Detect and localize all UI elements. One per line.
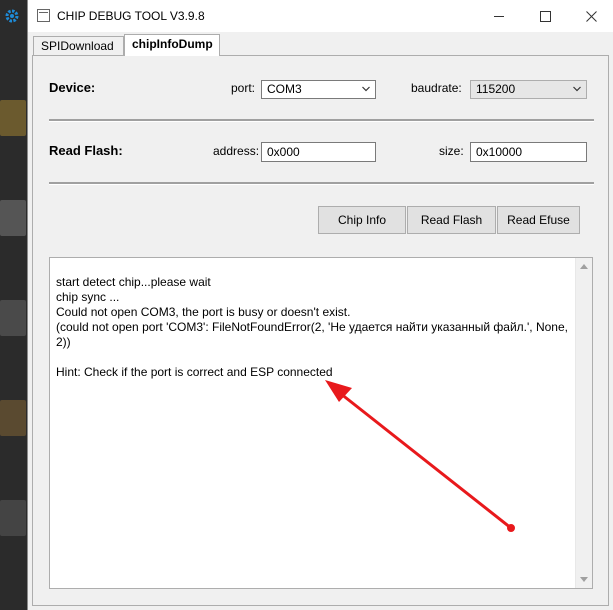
- desktop-background: [0, 0, 28, 610]
- desktop-icon[interactable]: [0, 400, 26, 436]
- baudrate-select[interactable]: 115200: [470, 80, 587, 99]
- device-heading: Device:: [49, 80, 96, 95]
- address-field[interactable]: 0x000: [261, 142, 376, 162]
- log-text: start detect chip...please wait chip syn…: [56, 275, 568, 379]
- read-flash-heading: Read Flash:: [49, 143, 123, 158]
- tab-chipinfodump[interactable]: chipInfoDump: [124, 34, 220, 56]
- minimize-icon: [494, 15, 504, 17]
- window-title: CHIP DEBUG TOOL V3.9.8: [57, 9, 205, 23]
- address-label: address:: [213, 144, 260, 158]
- app-icon: [37, 9, 50, 22]
- read-flash-button[interactable]: Read Flash: [407, 206, 496, 234]
- maximize-icon: [539, 10, 551, 22]
- minimize-button[interactable]: [476, 0, 522, 32]
- maximize-button[interactable]: [522, 0, 568, 32]
- gear-icon: [5, 9, 19, 23]
- separator: [49, 182, 594, 185]
- desktop-icon[interactable]: [0, 300, 26, 336]
- baudrate-value: 115200: [476, 82, 516, 96]
- desktop-icon[interactable]: [0, 100, 26, 136]
- size-field[interactable]: 0x10000: [470, 142, 587, 162]
- chevron-down-icon: [573, 86, 581, 92]
- chip-info-button[interactable]: Chip Info: [318, 206, 406, 234]
- close-button[interactable]: [568, 0, 613, 32]
- log-scrollbar[interactable]: [575, 258, 592, 588]
- port-label: port:: [231, 81, 256, 95]
- read-efuse-button[interactable]: Read Efuse: [497, 206, 580, 234]
- app-window: CHIP DEBUG TOOL V3.9.8 SPIDownload chipI…: [27, 0, 613, 610]
- tab-panel: Device: port: COM3 baudrate: 115200 Read…: [32, 55, 609, 606]
- title-bar[interactable]: CHIP DEBUG TOOL V3.9.8: [28, 0, 613, 32]
- port-select[interactable]: COM3: [261, 80, 376, 99]
- tab-spidownload[interactable]: SPIDownload: [33, 36, 124, 56]
- scroll-up-icon[interactable]: [580, 264, 588, 269]
- chevron-down-icon: [362, 86, 370, 92]
- size-label: size:: [439, 144, 464, 158]
- scroll-down-icon[interactable]: [580, 577, 588, 582]
- baudrate-label: baudrate:: [411, 81, 462, 95]
- port-value: COM3: [267, 82, 302, 96]
- log-output[interactable]: start detect chip...please wait chip syn…: [49, 257, 593, 589]
- desktop-icon[interactable]: [0, 500, 26, 536]
- close-icon: [585, 10, 597, 22]
- desktop-icon[interactable]: [0, 200, 26, 236]
- separator: [49, 119, 594, 122]
